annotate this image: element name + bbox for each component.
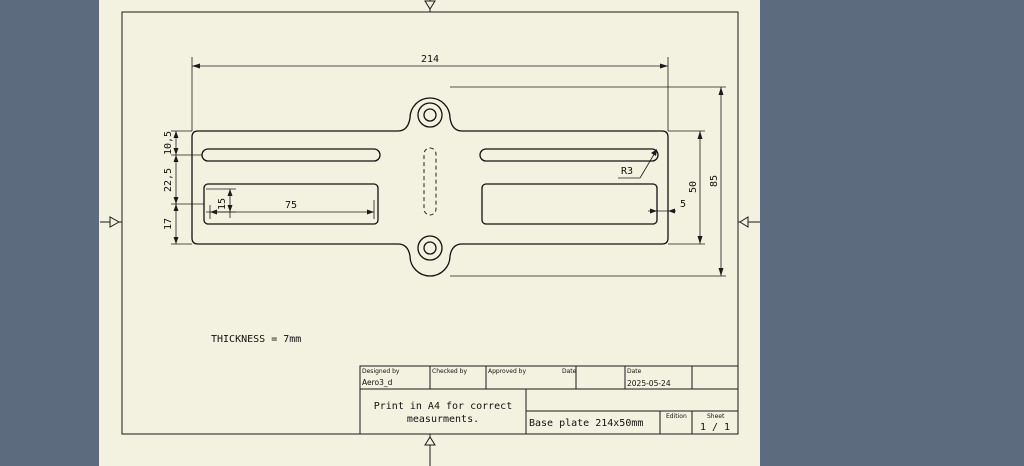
approved-by-label: Approved by — [488, 368, 526, 375]
drawing-canvas: 214 85 50 10,5 22,5 17 15 75 5 R3 THICKN… — [99, 0, 760, 466]
design-date-label: Date — [627, 368, 642, 375]
designed-by-value: Aero3_d — [362, 378, 393, 387]
dimension-label-17: 17 — [163, 218, 174, 230]
dimension-label-75: 75 — [285, 200, 297, 211]
approval-date-label: Date — [562, 368, 577, 375]
edition-label: Edition — [666, 413, 687, 420]
dimension-label-15: 15 — [217, 198, 228, 210]
sheet-label: Sheet — [707, 413, 725, 420]
paper-sheet — [99, 0, 760, 466]
thickness-note: THICKNESS = 7mm — [211, 334, 301, 345]
dimension-label-85: 85 — [709, 175, 720, 187]
dimension-label-10-5: 10,5 — [163, 131, 174, 155]
print-note-line1: Print in A4 for correct — [374, 401, 512, 412]
print-note-line2: measurments. — [407, 414, 479, 425]
dimension-label-214: 214 — [421, 54, 439, 65]
design-date-value: 2025-05-24 — [627, 379, 671, 388]
sheet-value: 1 / 1 — [700, 422, 730, 433]
designed-by-label: Designed by — [362, 368, 400, 375]
checked-by-label: Checked by — [432, 368, 467, 375]
dimension-label-50: 50 — [688, 181, 699, 193]
dimension-label-r3: R3 — [621, 166, 633, 177]
dimension-label-22-5: 22,5 — [163, 168, 174, 192]
dimension-label-5: 5 — [680, 199, 686, 210]
drawing-title: Base plate 214x50mm — [529, 418, 643, 429]
